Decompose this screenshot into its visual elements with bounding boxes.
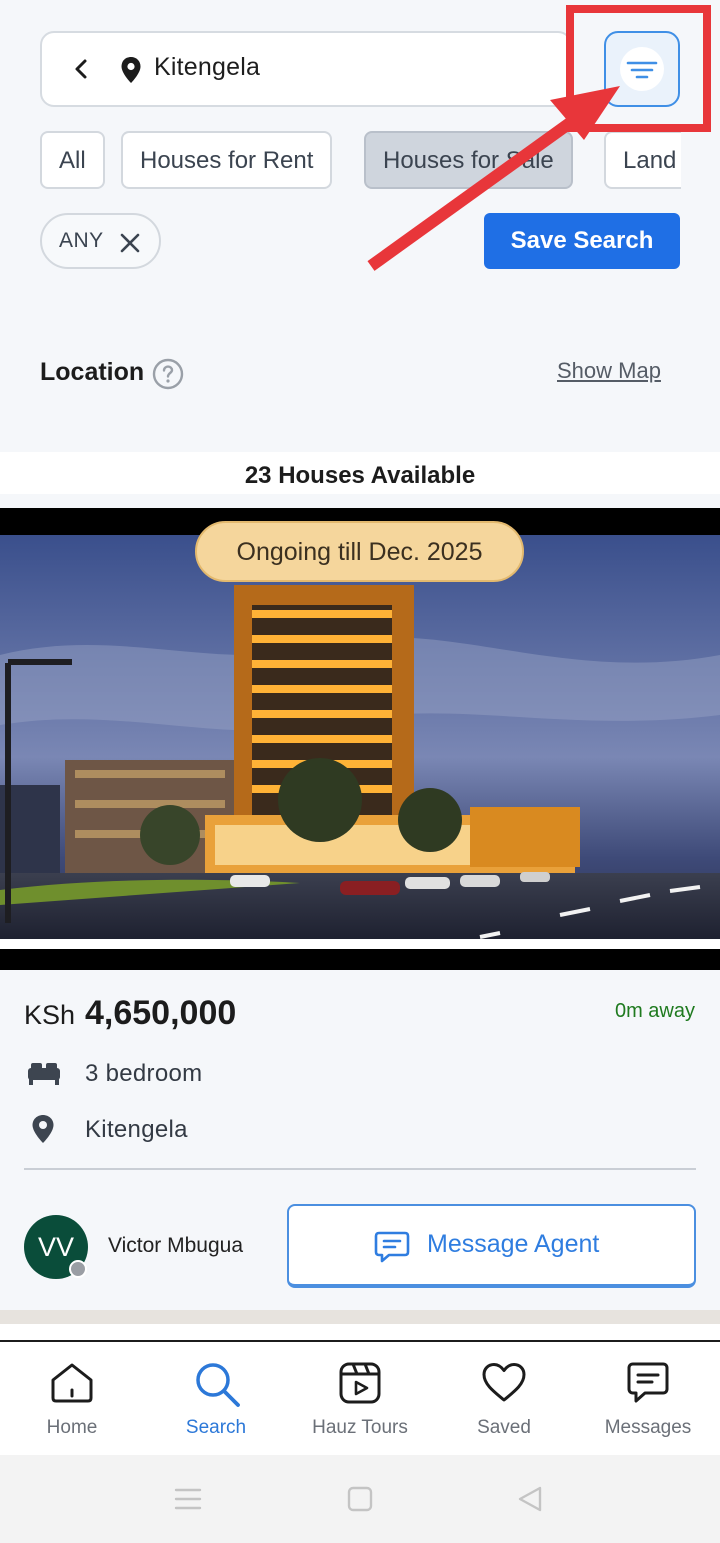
bed-icon [28,1063,60,1085]
chat-icon [374,1231,410,1263]
nav-hauz-tours[interactable]: Hauz Tours [288,1342,432,1455]
nav-search[interactable]: Search [144,1342,288,1455]
distance-label: 0m away [614,1000,695,1022]
nav-messages[interactable]: Messages [576,1342,720,1455]
chat-icon [627,1362,669,1403]
help-icon[interactable] [152,358,184,390]
section-separator [0,1324,720,1340]
annotation-arrow [367,86,620,271]
nav-home[interactable]: Home [0,1342,144,1455]
nav-saved-label: Saved [477,1417,531,1438]
nav-search-label: Search [185,1417,247,1438]
photo-bottom-strip [0,939,720,949]
bottom-navigation: Home Search Hauz Tours Saved Messages [0,1342,720,1455]
listing-photo[interactable] [0,535,720,939]
search-icon [196,1363,240,1407]
system-navigation-bar [0,1455,720,1543]
home-icon [51,1363,93,1403]
nav-hauz-tours-label: Hauz Tours [312,1417,408,1438]
back-triangle-icon[interactable] [516,1485,544,1513]
bedroom-count: 3 bedroom [85,1060,203,1087]
nav-saved[interactable]: Saved [432,1342,576,1455]
status-badge: Ongoing till Dec. 2025 [195,521,524,582]
video-icon [339,1362,381,1404]
home-square-icon[interactable] [347,1486,373,1512]
agent-name[interactable]: Victor Mbugua [108,1234,243,1258]
listing-location: Kitengela [85,1116,188,1143]
section-separator [0,1310,720,1324]
location-section-label: Location [40,358,145,386]
menu-icon[interactable] [174,1486,202,1512]
status-dot [69,1260,87,1278]
message-agent-label: Message Agent [427,1230,600,1258]
listing-card[interactable]: KSh 4,650,000 0m away 3 bedroom Kitengel… [0,970,720,1310]
price-value: 4,650,000 [85,994,237,1032]
nav-home-label: Home [46,1417,98,1438]
card-divider [24,1168,696,1170]
results-count: 23 Houses Available [0,452,720,494]
heart-icon [482,1363,526,1402]
nav-messages-label: Messages [604,1417,692,1438]
search-header: Kitengela All Houses for Rent Houses for… [0,0,720,452]
location-pin-icon [32,1115,54,1143]
price-currency: KSh [24,1000,76,1030]
show-map-link[interactable]: Show Map [557,358,661,384]
message-agent-button[interactable]: Message Agent [287,1204,696,1288]
